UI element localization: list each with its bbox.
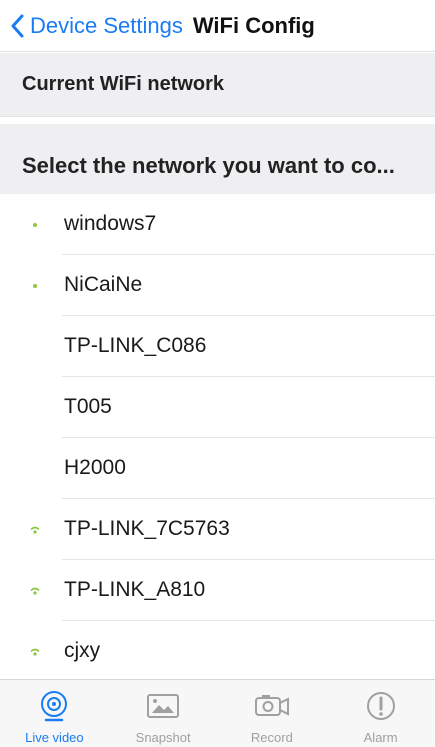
tab-label: Alarm <box>363 730 398 745</box>
network-name: T005 <box>64 395 112 418</box>
current-network-header: Current WiFi network <box>0 53 435 117</box>
tab-live-video[interactable]: Live video <box>0 680 109 747</box>
tab-label: Record <box>250 730 293 745</box>
tab-snapshot[interactable]: Snapshot <box>109 680 218 747</box>
tab-bar: Live video Snapshot Record Alarm <box>0 679 435 747</box>
navigation-bar: Device Settings WiFi Config <box>0 0 435 52</box>
network-row[interactable]: windows7 <box>0 194 435 255</box>
network-row[interactable]: H2000 <box>0 438 435 499</box>
snapshot-icon <box>146 690 180 722</box>
select-network-header: Select the network you want to co... <box>0 124 435 194</box>
network-row[interactable]: TP-LINK_A810 <box>0 560 435 621</box>
network-row[interactable]: NiCaiNe <box>0 255 435 316</box>
network-row[interactable]: T005 <box>0 377 435 438</box>
network-name: NiCaiNe <box>64 273 143 296</box>
network-name: TP-LINK_C086 <box>64 334 207 357</box>
signal-dot-icon <box>29 279 41 291</box>
tab-label: Snapshot <box>135 730 191 745</box>
network-name: windows7 <box>64 212 157 235</box>
wifi-signal-icon <box>29 584 41 596</box>
network-name: TP-LINK_A810 <box>64 578 206 601</box>
tab-record[interactable]: Record <box>218 680 327 747</box>
network-name: H2000 <box>64 456 126 479</box>
network-name: TP-LINK_7C5763 <box>64 517 230 540</box>
back-button[interactable]: Device Settings <box>10 13 183 39</box>
back-label: Device Settings <box>30 12 183 38</box>
chevron-left-icon <box>11 14 24 37</box>
alarm-icon <box>365 690 397 722</box>
signal-dot-icon <box>29 218 41 230</box>
live-video-icon <box>39 690 69 722</box>
network-name: cjxy <box>64 639 101 662</box>
network-row[interactable]: cjxy <box>0 621 435 682</box>
wifi-signal-icon <box>29 645 41 657</box>
page-title: WiFi Config <box>192 12 315 38</box>
network-row[interactable]: TP-LINK_C086 <box>0 316 435 377</box>
network-list: windows7 NiCaiNe TP-LINK_C086 T005 H2000… <box>0 194 435 682</box>
tab-label: Live video <box>25 730 84 745</box>
section-gap <box>0 117 435 124</box>
tab-alarm[interactable]: Alarm <box>326 680 435 747</box>
network-row[interactable]: TP-LINK_7C5763 <box>0 499 435 560</box>
record-icon <box>254 690 290 722</box>
wifi-signal-icon <box>29 523 41 535</box>
